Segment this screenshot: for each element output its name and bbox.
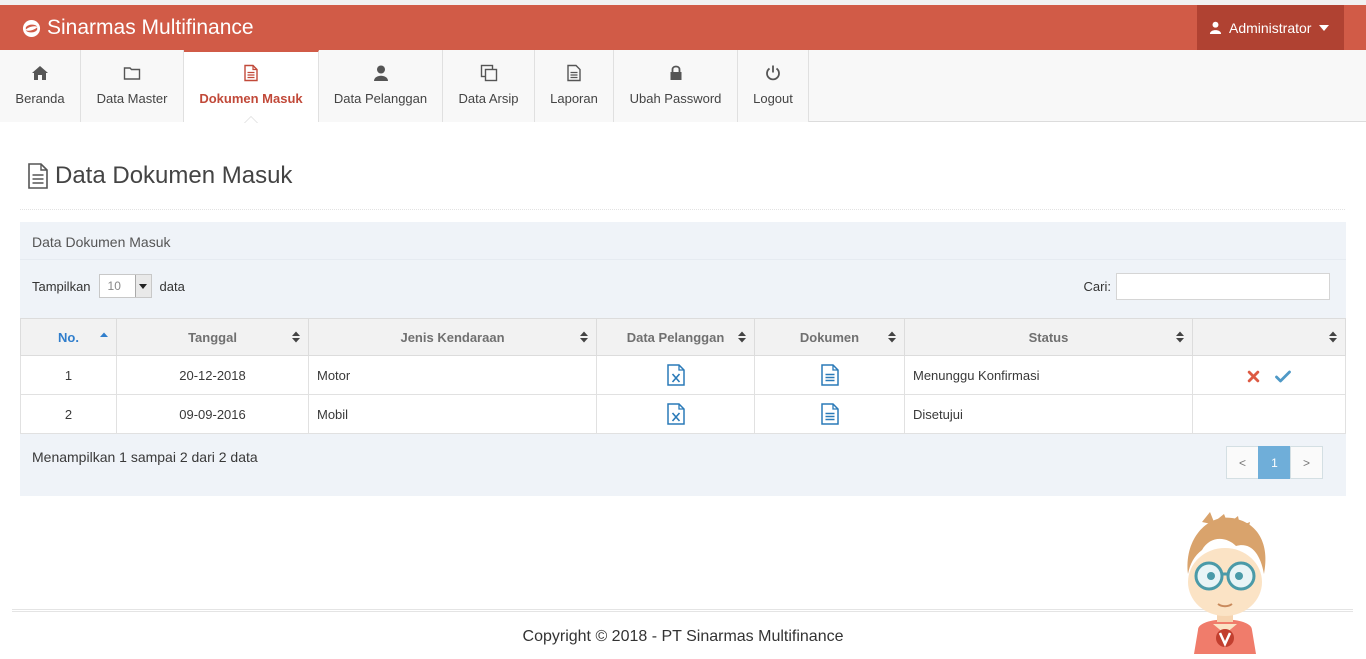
sort-icon	[888, 331, 896, 343]
widget-title: Data Dokumen Masuk	[20, 222, 1346, 260]
cell-jenis-kendaraan: Mobil	[308, 394, 597, 434]
cell-status: Menunggu Konfirmasi	[904, 355, 1193, 395]
length-suffix: data	[159, 278, 185, 294]
mascot-illustration	[1187, 512, 1266, 654]
menu-label: Dokumen Masuk	[199, 91, 303, 106]
cell-no: 2	[20, 394, 117, 434]
brand-name: Sinarmas Multifinance	[47, 16, 254, 39]
menu-label: Logout	[753, 91, 793, 106]
menu-item-data-arsip[interactable]: Data Arsip	[443, 50, 535, 122]
user-menu[interactable]: Administrator	[1197, 5, 1344, 50]
file-text-icon	[244, 64, 258, 82]
page-length-select[interactable]: 10	[98, 274, 152, 298]
sort-icon	[738, 331, 746, 343]
cell-dokumen	[754, 355, 905, 395]
menu-label: Beranda	[15, 91, 65, 106]
column-header-actions[interactable]	[1192, 318, 1346, 356]
pagination-prev-button[interactable]: <	[1226, 446, 1259, 479]
table-row: 1 20-12-2018 Motor Menunggu Konfirmasi	[20, 355, 1346, 395]
length-prefix: Tampilkan	[32, 278, 91, 294]
menu-label: Data Arsip	[458, 91, 519, 106]
menu-item-data-master[interactable]: Data Master	[81, 50, 184, 122]
copy-icon	[480, 64, 497, 82]
power-icon	[766, 65, 780, 81]
column-header-dokumen[interactable]: Dokumen	[754, 318, 905, 356]
menu-item-beranda[interactable]: Beranda	[0, 50, 81, 122]
menu-item-logout[interactable]: Logout	[738, 50, 809, 122]
navbar: Sinarmas Multifinance Administrator	[0, 5, 1366, 50]
document-icon[interactable]	[820, 364, 840, 386]
menu-item-data-pelanggan[interactable]: Data Pelanggan	[319, 50, 443, 122]
data-widget: Data Dokumen Masuk Tampilkan 10 data Car…	[20, 222, 1346, 496]
menu-label: Laporan	[550, 91, 598, 106]
brand-logo-icon	[22, 19, 41, 37]
reject-icon[interactable]	[1247, 370, 1260, 383]
page-length-value: 10	[107, 279, 121, 293]
table-row: 2 09-09-2016 Mobil Disetujui	[20, 394, 1346, 434]
file-text-icon	[28, 163, 48, 189]
table-header-row: No. Tanggal Jenis Kendaraan Data Pelangg…	[20, 318, 1346, 356]
chevron-down-icon	[134, 275, 151, 297]
lock-icon	[670, 65, 681, 80]
search-input[interactable]	[1116, 273, 1330, 300]
cell-status: Disetujui	[904, 394, 1193, 434]
column-header-status[interactable]: Status	[904, 318, 1193, 356]
menu-label: Data Master	[96, 91, 168, 106]
pagination: < 1 >	[1226, 446, 1323, 479]
caret-down-icon	[1319, 24, 1330, 31]
sort-asc-icon	[100, 332, 108, 337]
search-control: Cari:	[1084, 273, 1330, 300]
page-title: Data Dokumen Masuk	[55, 162, 293, 189]
sort-icon	[580, 331, 588, 343]
document-icon[interactable]	[820, 403, 840, 425]
user-name: Administrator	[1229, 19, 1312, 36]
cell-jenis-kendaraan: Motor	[308, 355, 597, 395]
cell-dokumen	[754, 394, 905, 434]
approve-icon[interactable]	[1275, 370, 1292, 383]
user-icon	[373, 65, 388, 81]
column-header-data-pelanggan[interactable]: Data Pelanggan	[596, 318, 755, 356]
menu-label: Ubah Password	[629, 91, 722, 106]
menu-item-laporan[interactable]: Laporan	[535, 50, 614, 122]
page-length-control: Tampilkan 10 data	[32, 274, 185, 298]
brand[interactable]: Sinarmas Multifinance	[22, 15, 254, 41]
cell-actions	[1192, 394, 1346, 434]
cell-tanggal: 20-12-2018	[116, 355, 309, 395]
cell-tanggal: 09-09-2016	[116, 394, 309, 434]
main-menu: Beranda Data Master Dokumen Masuk Data P…	[0, 50, 1366, 123]
menu-item-ubah-password[interactable]: Ubah Password	[614, 50, 738, 122]
footer-divider	[12, 609, 1353, 612]
sort-icon	[1176, 331, 1184, 343]
cell-data-pelanggan	[596, 394, 755, 434]
search-label: Cari:	[1083, 279, 1111, 294]
footer-copyright: Copyright © 2018 - PT Sinarmas Multifina…	[522, 628, 844, 645]
file-icon	[567, 64, 581, 82]
column-header-jenis-kendaraan[interactable]: Jenis Kendaraan	[308, 318, 597, 356]
page-header: Data Dokumen Masuk	[20, 158, 1345, 210]
menu-item-dokumen-masuk[interactable]: Dokumen Masuk	[184, 50, 319, 123]
cell-no: 1	[20, 355, 117, 395]
home-icon	[32, 66, 48, 80]
user-icon	[1209, 21, 1222, 34]
column-header-no[interactable]: No.	[20, 318, 117, 356]
folder-icon	[123, 67, 141, 80]
documents-table: No. Tanggal Jenis Kendaraan Data Pelangg…	[20, 318, 1346, 434]
column-header-tanggal[interactable]: Tanggal	[116, 318, 309, 356]
pagination-page-button[interactable]: 1	[1258, 446, 1291, 479]
excel-file-icon[interactable]	[666, 403, 686, 425]
pagination-next-button[interactable]: >	[1290, 446, 1323, 479]
table-info: Menampilkan 1 sampai 2 dari 2 data	[32, 449, 258, 465]
menu-label: Data Pelanggan	[333, 91, 428, 106]
excel-file-icon[interactable]	[666, 364, 686, 386]
sort-icon	[1329, 331, 1337, 343]
sort-icon	[292, 331, 300, 343]
cell-data-pelanggan	[596, 355, 755, 395]
cell-actions	[1192, 355, 1346, 395]
